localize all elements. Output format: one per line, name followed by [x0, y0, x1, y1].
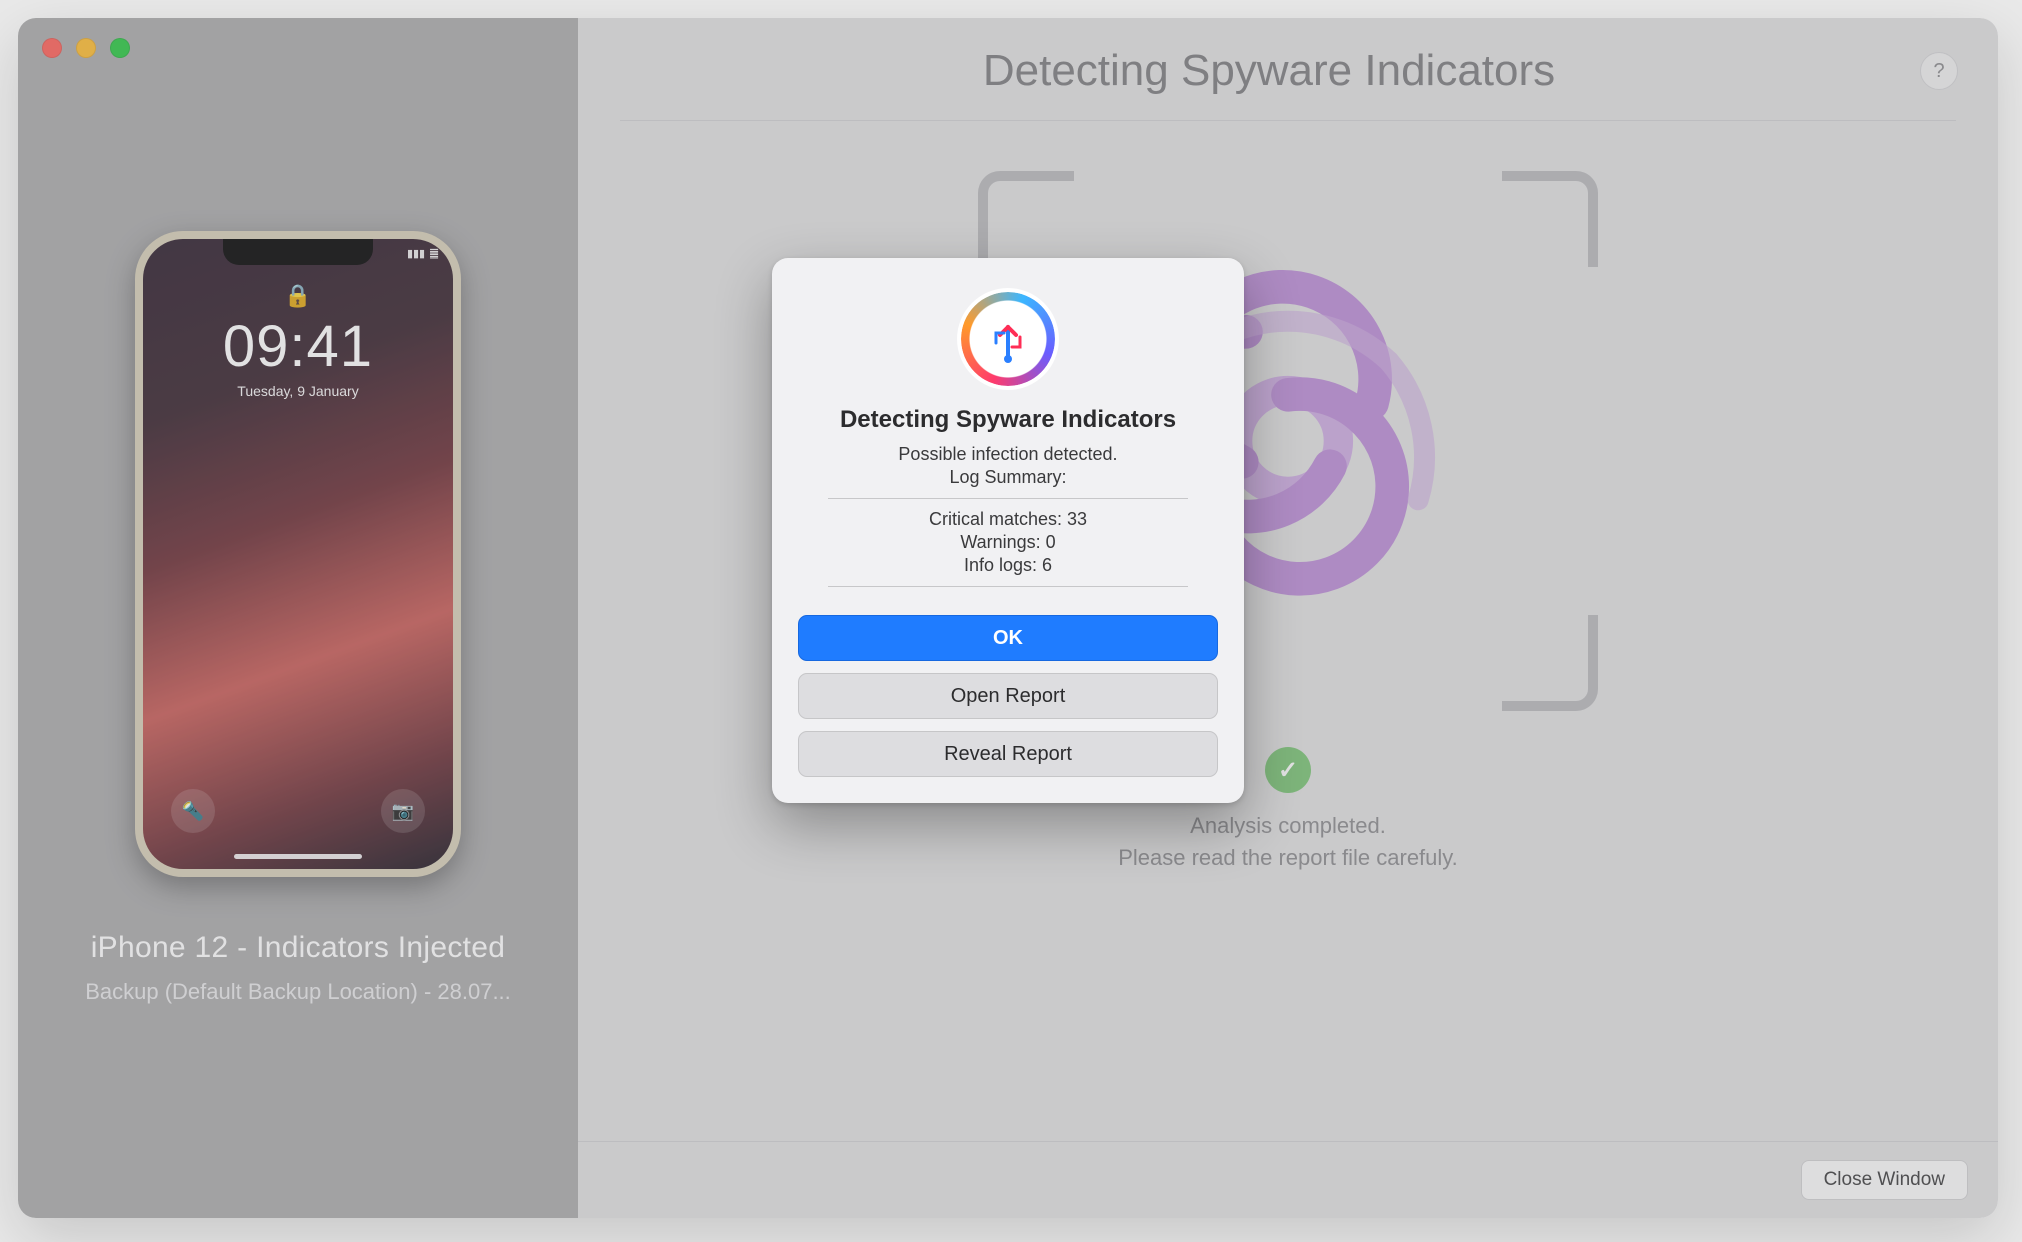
app-window: ▮▮▮䷀ 🔒 09:41 Tuesday, 9 January 🔦 📷 iPho…	[18, 18, 1998, 1218]
warnings-count: Warnings: 0	[798, 532, 1218, 553]
app-icon	[957, 288, 1059, 390]
info-logs-count: Info logs: 6	[798, 555, 1218, 576]
ok-button[interactable]: OK	[798, 615, 1218, 661]
alert-message-1: Possible infection detected.	[798, 444, 1218, 465]
critical-matches: Critical matches: 33	[798, 509, 1218, 530]
alert-sheet: Detecting Spyware Indicators Possible in…	[772, 258, 1244, 803]
alert-title: Detecting Spyware Indicators	[798, 406, 1218, 434]
alert-divider-2	[828, 586, 1188, 587]
open-report-button[interactable]: Open Report	[798, 673, 1218, 719]
alert-message-2: Log Summary:	[798, 467, 1218, 488]
alert-divider-1	[828, 498, 1188, 499]
reveal-report-button[interactable]: Reveal Report	[798, 731, 1218, 777]
